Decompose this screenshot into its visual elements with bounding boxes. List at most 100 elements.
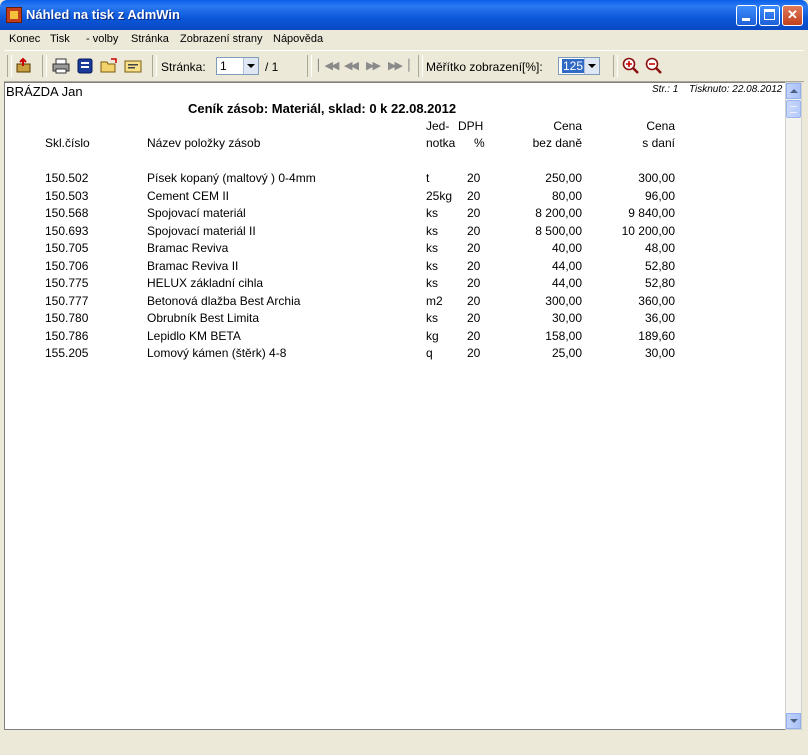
cell-price: 8 500,00 [535, 223, 582, 238]
next-page-button[interactable]: ▶▶ [366, 59, 381, 72]
header-price-bottom: bez daně [532, 136, 582, 150]
cell-price-vat: 48,00 [644, 241, 675, 255]
page-info: Str.: 1 [652, 84, 679, 95]
table-row: 150.568 Spojovací materiál ks 20 8 200,00 9 8… [5, 206, 785, 223]
open-icon [100, 58, 117, 73]
table-row: 150.786 Lepidlo KM BETA kg 20 158,00 189,60 [5, 329, 785, 346]
table-row: 150.780 Obrubník Best Limita ks 20 30,00 36,0… [5, 311, 785, 328]
print-settings-button[interactable] [75, 56, 95, 76]
cell-price: 25,00 [551, 346, 582, 360]
scroll-down-button[interactable] [786, 713, 801, 729]
cell-price-vat: 189,60 [638, 328, 675, 343]
zoom-out-button[interactable] [644, 56, 664, 76]
print-icon [52, 58, 70, 74]
toolbar-grip[interactable] [7, 55, 12, 77]
open-button[interactable] [99, 56, 119, 76]
maximize-button[interactable] [759, 5, 780, 26]
chevron-down-icon[interactable] [243, 58, 258, 74]
cell-unit: ks [426, 311, 438, 325]
table-row: 150.502 Písek kopaný (maltový ) 0-4mm t 20 2… [5, 171, 785, 188]
cell-vat: 20 [467, 223, 481, 238]
header-vat-top: DPH [458, 119, 484, 133]
cell-unit: m2 [426, 293, 443, 308]
chevron-down-icon[interactable] [584, 58, 599, 74]
header-price-vat-top: Cena [646, 119, 675, 133]
cell-price-vat: 52,80 [644, 276, 675, 290]
page-select[interactable]: 1 [216, 57, 259, 75]
cell-name: HELUX základní cihla [147, 276, 264, 290]
first-page-icon: ▏◀◀ [318, 60, 339, 72]
close-button[interactable]: ✕ [782, 5, 803, 26]
bottom-strip [4, 730, 802, 751]
cell-name: Spojovací materiál II [147, 223, 256, 238]
exit-icon [16, 57, 31, 73]
cell-unit: kg [426, 328, 439, 343]
cell-code: 150.780 [45, 311, 89, 325]
cell-unit: q [426, 346, 433, 360]
menu-stranka[interactable]: Stránka [131, 33, 169, 45]
cell-vat: 20 [467, 171, 481, 185]
cell-name: Cement CEM II [147, 188, 230, 203]
header-price-top: Cena [553, 119, 582, 133]
zoom-in-icon [622, 57, 639, 74]
cell-code: 150.502 [45, 171, 89, 185]
cell-vat: 20 [467, 328, 481, 343]
cell-name: Písek kopaný (maltový ) 0-4mm [147, 171, 316, 185]
zoom-in-button[interactable] [621, 56, 641, 76]
toolbar-grip[interactable] [613, 55, 618, 77]
table-row: 150.705 Bramac Reviva ks 20 40,00 48,00 [5, 241, 785, 258]
table-row: 150.706 Bramac Reviva II ks 20 44,00 52,80 [5, 259, 785, 276]
cell-name: Lepidlo KM BETA [147, 328, 241, 343]
toolbar-grip[interactable] [307, 55, 312, 77]
cell-vat: 20 [467, 346, 481, 360]
print-settings-icon [77, 58, 93, 74]
cell-code: 150.503 [45, 188, 89, 203]
minimize-button[interactable] [736, 5, 757, 26]
cell-vat: 20 [467, 258, 481, 273]
toolbar-grip[interactable] [418, 55, 423, 77]
table-row: 150.777 Betonová dlažba Best Archia m2 20 30… [5, 294, 785, 311]
print-button[interactable] [51, 56, 71, 76]
menu-konec[interactable]: Konec [9, 33, 40, 45]
cell-code: 150.786 [45, 328, 89, 343]
app-icon[interactable] [6, 7, 22, 23]
cell-price-vat: 300,00 [638, 171, 675, 185]
first-page-button[interactable]: ▏◀◀ [318, 59, 339, 72]
close-icon: ✕ [787, 7, 798, 22]
maximize-icon [764, 9, 775, 20]
cell-price: 250,00 [545, 171, 582, 185]
toolbar-grip[interactable] [152, 55, 157, 77]
toolbar-grip[interactable] [42, 55, 47, 77]
company-name: BRÁZDA Jan [6, 84, 83, 99]
prev-page-button[interactable]: ◀◀ [344, 59, 359, 72]
scroll-up-button[interactable] [786, 83, 801, 99]
menu-tisk[interactable]: Tisk [50, 33, 70, 45]
last-page-button[interactable]: ▶▶▕ [388, 59, 409, 72]
cell-code: 150.706 [45, 258, 89, 273]
cell-code: 150.777 [45, 293, 89, 308]
cell-unit: ks [426, 258, 438, 273]
cell-price: 30,00 [551, 311, 582, 325]
table-row: 155.205 Lomový kámen (štěrk) 4-8 q 20 25,00 3… [5, 346, 785, 363]
cell-unit: 25kg [426, 188, 453, 203]
page-label: Stránka: [161, 60, 206, 74]
print-preview-page[interactable]: BRÁZDA Jan Str.: 1 Tisknuto: 22.08.2012 … [4, 82, 785, 730]
cell-name: Bramac Reviva II [147, 258, 239, 273]
menu-zobrazeni-strany[interactable]: Zobrazení strany [180, 33, 263, 45]
cell-unit: ks [426, 241, 438, 255]
cell-unit: ks [426, 206, 438, 220]
scroll-thumb[interactable] [786, 100, 801, 118]
exit-button[interactable] [14, 56, 34, 76]
table-row: 150.503 Cement CEM II 25kg 20 80,00 96,00 [5, 189, 785, 206]
title-bar[interactable]: Náhled na tisk z AdmWin ✕ [0, 0, 808, 30]
cell-code: 150.775 [45, 276, 89, 290]
cell-price-vat: 9 840,00 [628, 206, 675, 220]
zoom-select[interactable]: 125 [558, 57, 600, 75]
menu-volby[interactable]: - volby [86, 33, 118, 45]
cell-name: Obrubník Best Limita [147, 311, 260, 325]
export-button[interactable] [123, 56, 143, 76]
cell-name: Lomový kámen (štěrk) 4-8 [147, 346, 287, 360]
vertical-scrollbar[interactable] [785, 82, 802, 730]
menu-napoveda[interactable]: Nápověda [273, 33, 323, 45]
cell-unit: ks [426, 276, 438, 290]
